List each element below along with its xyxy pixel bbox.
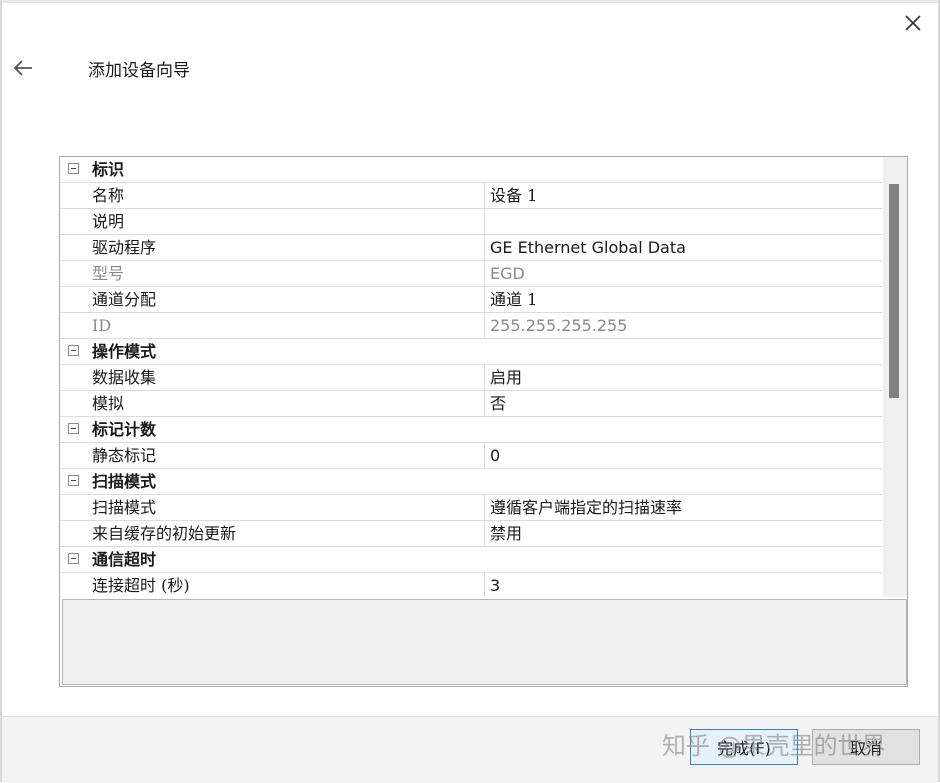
arrow-left-icon	[13, 60, 32, 76]
property-value: 255.255.255.255	[490, 316, 628, 335]
minus-box-icon[interactable]	[68, 475, 79, 486]
property-name: 通道分配	[92, 290, 157, 309]
property-name: 名称	[92, 186, 125, 205]
property-name: 型号	[92, 264, 125, 283]
property-name: 模拟	[92, 394, 125, 413]
property-row[interactable]: 型号 EGD	[60, 261, 882, 287]
property-name: 来自缓存的初始更新	[92, 524, 237, 543]
property-name: 连接超时 (秒)	[92, 576, 190, 595]
category-label: 通信超时	[92, 550, 157, 569]
property-value[interactable]: GE Ethernet Global Data	[490, 235, 880, 260]
property-name: 驱动程序	[92, 238, 157, 257]
column-divider[interactable]	[484, 521, 485, 546]
property-name: 数据收集	[92, 368, 157, 387]
column-divider[interactable]	[484, 443, 485, 468]
minus-box-icon[interactable]	[68, 423, 79, 434]
property-name: 静态标记	[92, 446, 157, 465]
property-name: ID	[92, 316, 112, 335]
minus-box-icon[interactable]	[68, 345, 79, 356]
property-grid-rows: 标识名称 设备 1 说明驱动程序 GE Ethernet Global Data 型号 E…	[60, 157, 882, 597]
property-value[interactable]: 否	[490, 391, 880, 416]
property-value[interactable]: 遵循客户端指定的扫描速率	[490, 495, 880, 520]
property-row[interactable]: 来自缓存的初始更新 禁用	[60, 521, 882, 547]
property-row[interactable]: 扫描模式 遵循客户端指定的扫描速率	[60, 495, 882, 521]
window-left-edge	[0, 0, 2, 782]
category-row[interactable]: 标识	[60, 157, 882, 183]
category-row[interactable]: 扫描模式	[60, 469, 882, 495]
property-description-panel	[62, 599, 907, 685]
column-divider[interactable]	[484, 313, 485, 338]
property-name: 说明	[92, 212, 125, 231]
property-row[interactable]: 连接超时 (秒) 3	[60, 573, 882, 597]
minus-box-icon[interactable]	[68, 163, 79, 174]
category-label: 操作模式	[92, 342, 157, 361]
property-value: EGD	[490, 264, 525, 283]
category-label: 扫描模式	[92, 472, 157, 491]
minus-box-icon[interactable]	[68, 553, 79, 564]
property-row[interactable]: 数据收集 启用	[60, 365, 882, 391]
window-top-edge	[0, 0, 940, 3]
finish-button[interactable]: 完成(F)	[690, 729, 798, 765]
column-divider[interactable]	[484, 235, 485, 260]
column-divider[interactable]	[484, 287, 485, 312]
column-divider[interactable]	[484, 391, 485, 416]
close-x-icon	[905, 15, 921, 31]
category-row[interactable]: 通信超时	[60, 547, 882, 573]
property-name: 扫描模式	[92, 498, 157, 517]
back-button[interactable]	[8, 53, 38, 83]
cancel-button[interactable]: 取消	[812, 729, 920, 765]
category-row[interactable]: 操作模式	[60, 339, 882, 365]
column-divider[interactable]	[484, 209, 485, 234]
column-divider[interactable]	[484, 261, 485, 286]
vertical-scrollbar-thumb[interactable]	[889, 184, 899, 398]
column-divider[interactable]	[484, 495, 485, 520]
property-value[interactable]: 0	[490, 443, 880, 468]
category-label: 标识	[92, 160, 125, 179]
property-row[interactable]: ID 255.255.255.255	[60, 313, 882, 339]
category-row[interactable]: 标记计数	[60, 417, 882, 443]
column-divider[interactable]	[484, 573, 485, 597]
close-button[interactable]	[898, 8, 928, 38]
property-row[interactable]: 模拟 否	[60, 391, 882, 417]
property-row[interactable]: 说明	[60, 209, 882, 235]
column-divider[interactable]	[484, 365, 485, 390]
property-value[interactable]: 3	[490, 573, 880, 597]
property-row[interactable]: 静态标记 0	[60, 443, 882, 469]
property-row[interactable]: 驱动程序 GE Ethernet Global Data	[60, 235, 882, 261]
property-value[interactable]: 设备 1	[490, 183, 880, 208]
property-grid[interactable]: 标识名称 设备 1 说明驱动程序 GE Ethernet Global Data 型号 E…	[59, 156, 908, 687]
property-row[interactable]: 名称 设备 1	[60, 183, 882, 209]
column-divider[interactable]	[484, 183, 485, 208]
property-value[interactable]: 禁用	[490, 521, 880, 546]
property-value[interactable]: 启用	[490, 365, 880, 390]
wizard-title: 添加设备向导	[88, 61, 190, 81]
category-label: 标记计数	[92, 420, 157, 439]
property-row[interactable]: 通道分配 通道 1	[60, 287, 882, 313]
property-value[interactable]: 通道 1	[490, 287, 880, 312]
